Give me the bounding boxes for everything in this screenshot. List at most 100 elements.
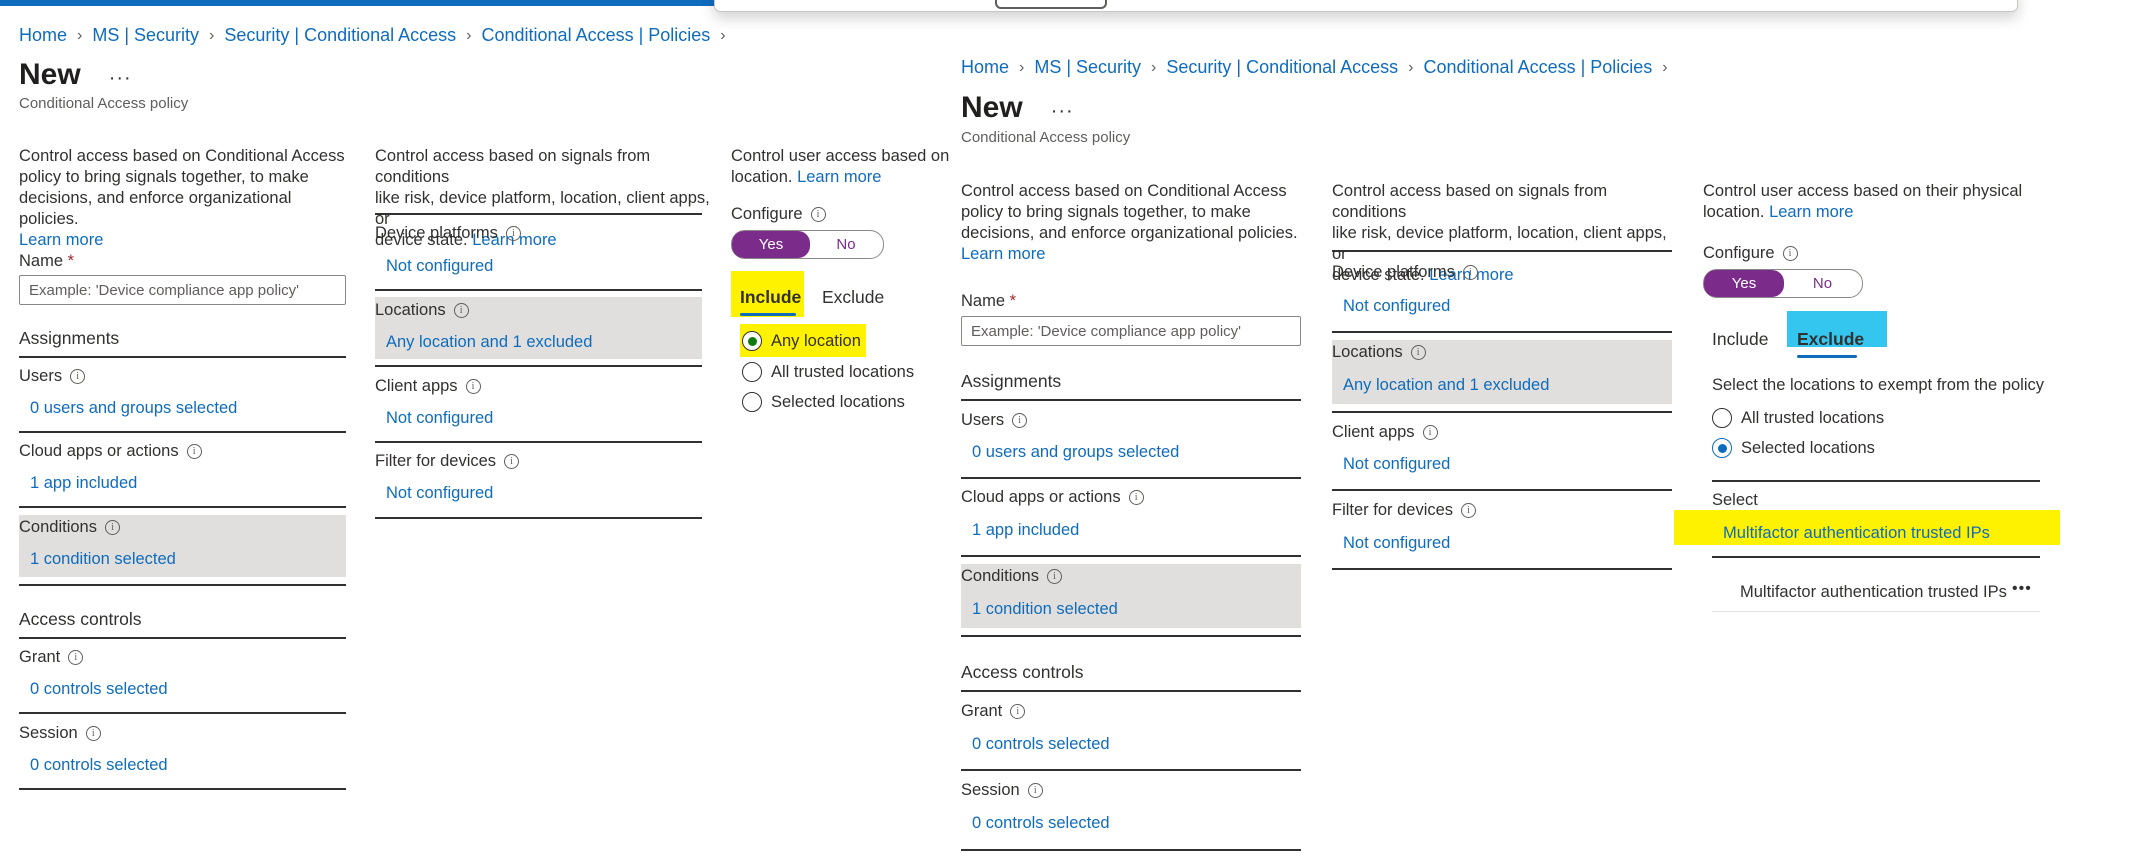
info-icon[interactable]: i [810,207,826,223]
radio-all-trusted[interactable] [1712,408,1732,428]
access-controls-heading: Access controls [19,609,142,629]
tab-include[interactable]: Include [1712,329,1768,350]
session-label-text: Session [19,724,78,742]
info-icon[interactable]: i [186,444,202,460]
divider [961,399,1301,401]
session-value-link[interactable]: 0 controls selected [972,814,1110,833]
toggle-yes[interactable]: Yes [1704,270,1784,297]
learn-more-link[interactable]: Learn more [19,231,103,249]
breadcrumb-security-ca[interactable]: Security | Conditional Access [224,25,456,46]
users-value-link[interactable]: 0 users and groups selected [972,443,1179,462]
info-icon[interactable]: i [505,226,521,242]
conditions-value-link[interactable]: 1 condition selected [30,550,176,569]
intro-description: Control access based on Conditional Acce… [961,181,1301,265]
locations-label: Locations i [375,301,469,320]
filter-devices-value-link[interactable]: Not configured [1343,534,1450,553]
session-label-text: Session [961,781,1020,799]
info-icon[interactable]: i [1461,503,1477,519]
policy-name-input[interactable]: Example: 'Device compliance app policy' [19,275,346,305]
radio-selected-locations[interactable] [742,392,762,412]
divider [19,712,346,714]
device-platforms-label: Device platforms i [375,224,521,243]
info-icon[interactable]: i [465,379,481,395]
info-icon[interactable]: i [70,369,86,385]
configure-toggle[interactable]: Yes No [731,230,884,259]
info-icon[interactable]: i [1782,246,1798,262]
client-apps-value-link[interactable]: Not configured [1343,455,1450,474]
configure-toggle[interactable]: Yes No [1703,269,1863,298]
breadcrumb-ca-policies[interactable]: Conditional Access | Policies [482,25,711,46]
grant-label: Grant i [19,648,84,667]
learn-more-link[interactable]: Learn more [1769,203,1853,221]
location-desc-line: Control user access based on the [731,147,951,165]
info-icon[interactable]: i [1410,345,1426,361]
grant-value-link[interactable]: 0 controls selected [972,735,1110,754]
breadcrumb-home[interactable]: Home [961,57,1009,78]
divider [19,584,346,586]
page-header: New ··· [19,58,132,92]
toggle-yes[interactable]: Yes [732,231,810,258]
info-icon[interactable]: i [1462,265,1478,281]
breadcrumb-security-ca[interactable]: Security | Conditional Access [1166,57,1398,78]
radio-selected-locations-label: Selected locations [771,393,905,411]
session-value-link[interactable]: 0 controls selected [30,756,168,775]
item-more-icon[interactable]: ••• [2012,580,2032,598]
name-label-text: Name [19,252,64,270]
breadcrumb-ms-security[interactable]: MS | Security [92,25,199,46]
conditions-desc-line: like risk, device platform, location, cl… [1332,224,1667,263]
device-platforms-value-link[interactable]: Not configured [1343,297,1450,316]
device-platforms-label-text: Device platforms [1332,263,1455,281]
info-icon[interactable]: i [1422,425,1438,441]
radio-selected-locations[interactable] [1712,438,1732,458]
locations-value-link[interactable]: Any location and 1 excluded [1343,376,1549,395]
radio-any-location[interactable] [742,331,762,351]
info-icon[interactable]: i [1012,413,1028,429]
device-platforms-label-text: Device platforms [375,224,498,242]
divider [375,441,702,443]
learn-more-link[interactable]: Learn more [797,168,881,186]
conditions-value-link[interactable]: 1 condition selected [972,600,1118,619]
select-value-link[interactable]: Multifactor authentication trusted IPs [1723,524,1990,543]
more-options-icon[interactable]: ··· [1051,100,1074,123]
device-platforms-value-link[interactable]: Not configured [386,257,493,276]
client-apps-value-link[interactable]: Not configured [386,409,493,428]
info-icon[interactable]: i [1128,490,1144,506]
divider [375,365,702,367]
intro-line: policy to bring signals together, to mak… [961,203,1251,221]
breadcrumb-home[interactable]: Home [19,25,67,46]
intro-line: policy to bring signals together, to mak… [19,168,309,186]
tab-include[interactable]: Include [740,287,801,308]
tab-exclude-underline [1797,355,1857,358]
filter-devices-label: Filter for devices i [375,452,520,471]
info-icon[interactable]: i [453,303,469,319]
filter-devices-value-link[interactable]: Not configured [386,484,493,503]
toggle-no[interactable]: No [1784,270,1861,297]
info-icon[interactable]: i [68,650,84,666]
configure-label-text: Configure [731,205,803,223]
info-icon[interactable]: i [504,454,520,470]
radio-all-trusted[interactable] [742,362,762,382]
info-icon[interactable]: i [85,726,101,742]
more-options-icon[interactable]: ··· [109,67,132,90]
info-icon[interactable]: i [1010,704,1026,720]
learn-more-link[interactable]: Learn more [961,245,1045,263]
info-icon[interactable]: i [1046,569,1062,585]
breadcrumb-ms-security[interactable]: MS | Security [1034,57,1141,78]
toggle-no[interactable]: No [810,231,882,258]
users-value-link[interactable]: 0 users and groups selected [30,399,237,418]
info-icon[interactable]: i [104,520,120,536]
overlay-button[interactable] [995,0,1107,9]
locations-value-link[interactable]: Any location and 1 excluded [386,333,592,352]
intro-line: Control access based on Conditional Acce… [19,147,345,165]
info-icon[interactable]: i [1027,783,1043,799]
locations-label-text: Locations [375,301,446,319]
tab-exclude[interactable]: Exclude [1797,329,1864,350]
grant-value-link[interactable]: 0 controls selected [30,680,168,699]
breadcrumb-ca-policies[interactable]: Conditional Access | Policies [1424,57,1653,78]
cloud-apps-value-link[interactable]: 1 app included [972,521,1079,540]
policy-name-input[interactable]: Example: 'Device compliance app policy' [961,316,1301,346]
users-label: Users i [19,367,86,386]
tab-exclude[interactable]: Exclude [822,287,884,308]
chevron-right-icon: › [1151,58,1157,76]
cloud-apps-value-link[interactable]: 1 app included [30,474,137,493]
